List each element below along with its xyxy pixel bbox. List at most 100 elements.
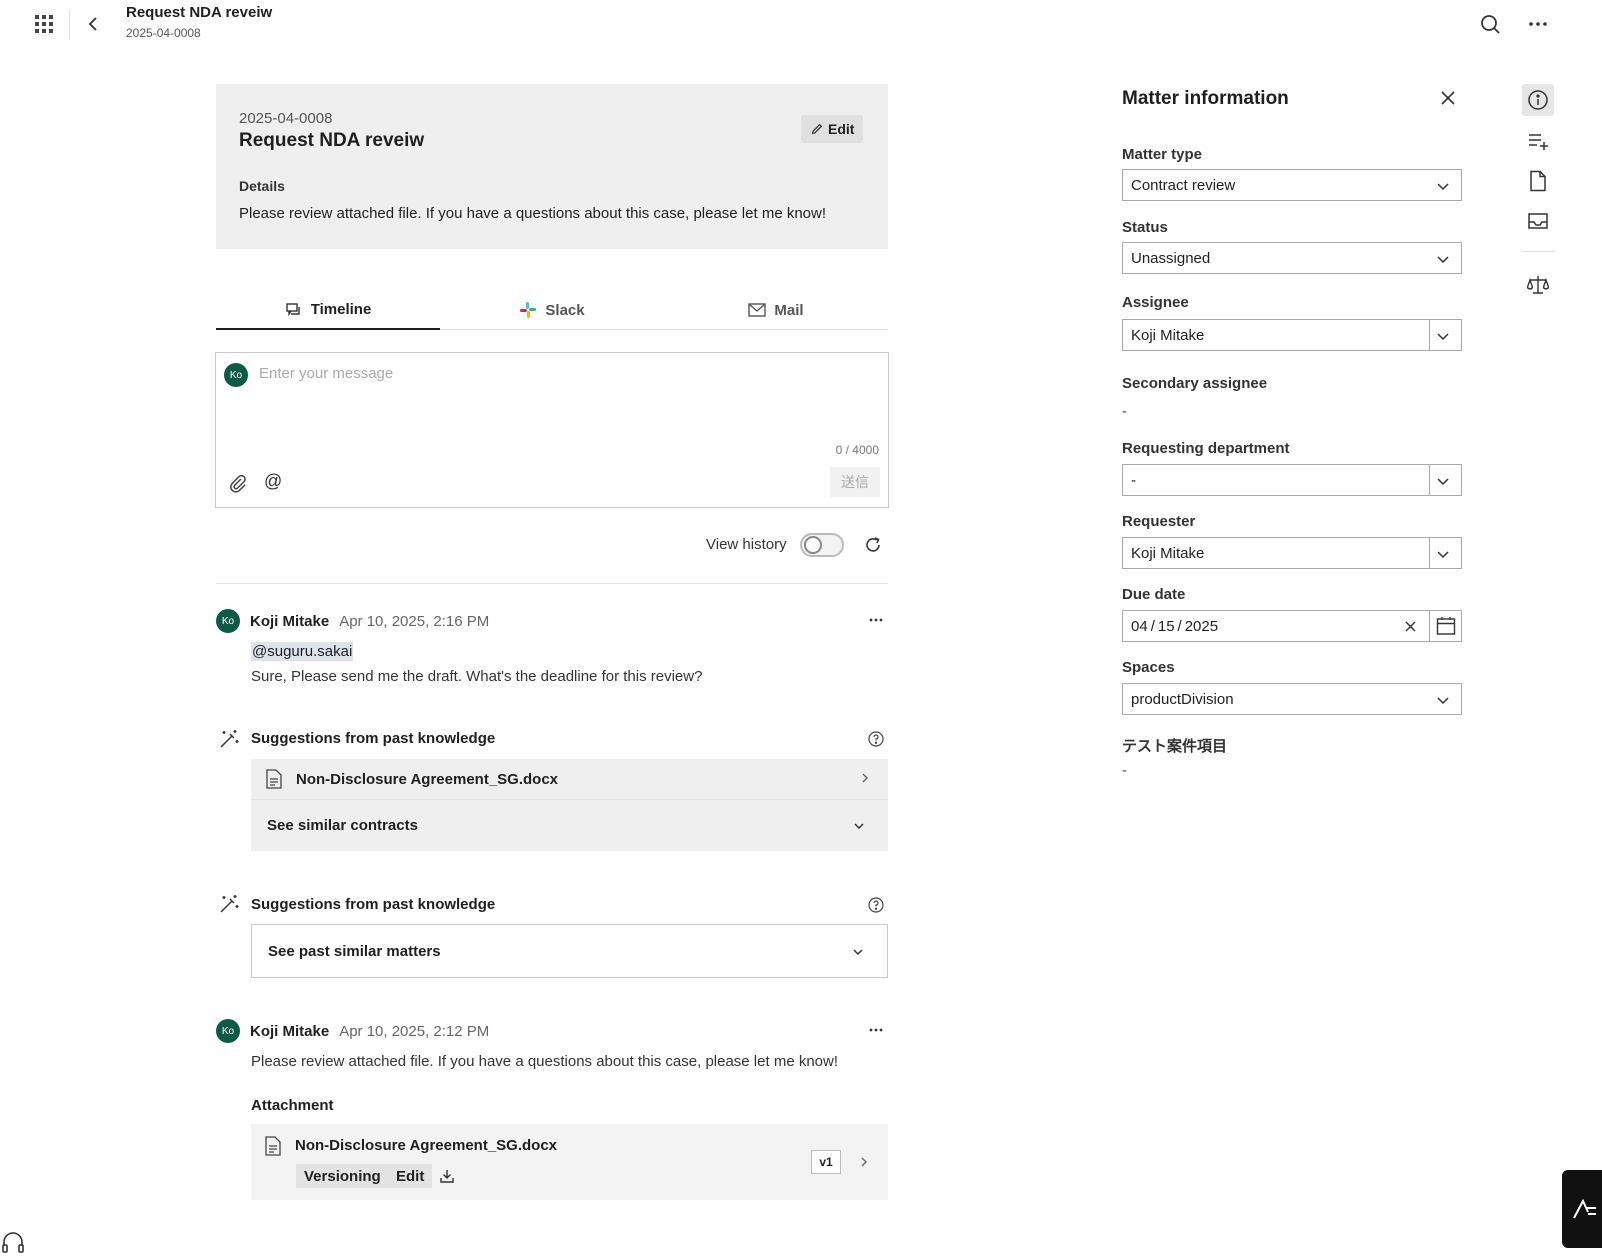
tab-label: Timeline — [310, 301, 372, 318]
search-icon[interactable] — [1478, 12, 1502, 36]
message-author: Koji Mitake — [250, 612, 330, 630]
edit-attachment-button[interactable]: Edit — [388, 1164, 433, 1188]
due-date-year[interactable]: 2025 — [1185, 618, 1218, 635]
brand-logo-icon — [1572, 1198, 1598, 1220]
message-time: Apr 10, 2025, 2:16 PM — [339, 612, 490, 630]
message-more-icon[interactable] — [866, 610, 886, 630]
top-divider — [69, 10, 70, 40]
test-item-value: - — [1122, 762, 1127, 779]
message-text: Please review attached file. If you have… — [251, 1053, 839, 1070]
attachment-file-name[interactable]: Non-Disclosure Agreement_SG.docx — [295, 1137, 557, 1154]
refresh-icon[interactable] — [863, 535, 883, 555]
mention-tag[interactable]: @suguru.sakai — [251, 642, 354, 661]
clear-date-icon[interactable] — [1404, 620, 1417, 633]
attachment-card[interactable]: Non-Disclosure Agreement_SG.docx Version… — [251, 1124, 888, 1200]
select-divider — [1429, 464, 1430, 496]
message-input[interactable]: Enter your message — [259, 365, 393, 382]
suggested-file-row[interactable]: Non-Disclosure Agreement_SG.docx — [251, 759, 888, 799]
document-icon — [266, 769, 282, 789]
status-label: Status — [1122, 219, 1168, 236]
chevron-down-icon — [1435, 178, 1451, 194]
page-title: Request NDA reveiw — [126, 4, 273, 21]
document-icon[interactable] — [1527, 170, 1549, 192]
due-date-month[interactable]: 04 — [1131, 618, 1148, 635]
send-button[interactable]: 送信 — [830, 467, 880, 497]
info-icon[interactable] — [1527, 89, 1549, 111]
chevron-down-icon[interactable] — [1435, 473, 1451, 489]
chevron-down-icon — [1435, 692, 1451, 708]
magic-wand-icon — [218, 728, 240, 750]
requester-select[interactable]: Koji Mitake — [1122, 537, 1462, 569]
suggestions-heading: Suggestions from past knowledge — [251, 730, 495, 747]
mention-button[interactable]: @ — [264, 471, 282, 492]
page-subtitle: 2025-04-0008 — [126, 26, 201, 40]
tab-timeline[interactable]: Timeline — [216, 291, 440, 330]
due-date-day[interactable]: 15 — [1158, 618, 1175, 635]
message-more-icon[interactable] — [866, 1020, 886, 1040]
secondary-assignee-label: Secondary assignee — [1122, 375, 1268, 392]
tab-label: Slack — [545, 301, 585, 319]
select-divider — [1429, 319, 1430, 351]
back-arrow-icon[interactable] — [82, 12, 106, 36]
help-icon[interactable] — [868, 897, 884, 913]
toggle-knob — [804, 536, 822, 554]
see-similar-contracts-expander[interactable]: See similar contracts — [251, 799, 888, 851]
mail-icon — [748, 302, 767, 318]
headset-icon[interactable] — [0, 1230, 26, 1256]
select-value: - — [1131, 471, 1136, 489]
custom-fields-icon[interactable] — [1527, 130, 1549, 152]
help-icon[interactable] — [868, 731, 884, 747]
tab-slack[interactable]: Slack — [440, 291, 664, 329]
magic-wand-icon — [218, 893, 240, 915]
calendar-icon[interactable] — [1436, 616, 1456, 636]
spaces-select[interactable]: productDivision — [1122, 683, 1462, 715]
edit-matter-button[interactable]: Edit — [801, 115, 864, 143]
spaces-label: Spaces — [1122, 659, 1175, 676]
tab-mail[interactable]: Mail — [664, 291, 888, 329]
more-options-icon[interactable] — [1526, 12, 1550, 36]
chevron-down-icon[interactable] — [1435, 546, 1451, 562]
details-label: Details — [239, 178, 285, 194]
top-bar: Request NDA reveiw 2025-04-0008 — [0, 0, 1602, 48]
matter-number: 2025-04-0008 — [239, 110, 333, 127]
channel-tabs: Timeline Slack Mail — [216, 291, 888, 330]
tab-label: Mail — [774, 301, 804, 319]
avatar: Ko — [216, 1019, 240, 1043]
requesting-department-select[interactable]: - — [1122, 464, 1462, 496]
assignee-select[interactable]: Koji Mitake — [1122, 319, 1462, 351]
app-grid-icon[interactable] — [32, 12, 56, 36]
message-header: Ko Koji Mitake Apr 10, 2025, 2:12 PM — [216, 1019, 489, 1043]
message-author: Koji Mitake — [250, 1022, 330, 1040]
avatar: Ko — [224, 363, 248, 387]
chevron-down-icon[interactable] — [1435, 328, 1451, 344]
message-composer[interactable]: Ko Enter your message 0 / 4000 @ 送信 — [215, 352, 889, 508]
chevron-down-icon — [851, 945, 865, 959]
see-past-similar-matters-expander[interactable]: See past similar matters — [251, 924, 888, 978]
select-divider — [1429, 610, 1430, 642]
view-history-toggle[interactable] — [800, 533, 844, 557]
versioning-button[interactable]: Versioning — [296, 1164, 389, 1188]
date-separator: / — [1177, 617, 1182, 635]
due-date-input[interactable]: 04 / 15 / 2025 — [1122, 610, 1462, 642]
suggestions-title: Suggestions from past knowledge — [251, 896, 496, 913]
requesting-department-label: Requesting department — [1122, 440, 1290, 457]
chat-icon — [285, 301, 303, 319]
matter-type-select[interactable]: Contract review — [1122, 169, 1462, 201]
test-item-label: テスト案件項目 — [1122, 738, 1228, 755]
status-select[interactable]: Unassigned — [1122, 242, 1462, 274]
select-value: Unassigned — [1131, 249, 1211, 267]
secondary-assignee-value: - — [1122, 403, 1127, 420]
message-time: Apr 10, 2025, 2:12 PM — [339, 1022, 490, 1040]
chevron-down-icon — [1435, 251, 1451, 267]
download-icon[interactable] — [439, 1168, 455, 1184]
paperclip-icon[interactable] — [228, 473, 248, 493]
close-icon[interactable] — [1438, 88, 1458, 108]
select-value: Koji Mitake — [1131, 544, 1205, 562]
scales-icon[interactable] — [1527, 274, 1549, 296]
select-value: Contract review — [1131, 176, 1236, 194]
chevron-right-icon — [858, 771, 872, 785]
inbox-icon[interactable] — [1527, 210, 1549, 232]
select-value: Koji Mitake — [1131, 326, 1205, 344]
chevron-right-icon[interactable] — [856, 1154, 872, 1170]
brand-launcher-button[interactable] — [1562, 1170, 1602, 1248]
